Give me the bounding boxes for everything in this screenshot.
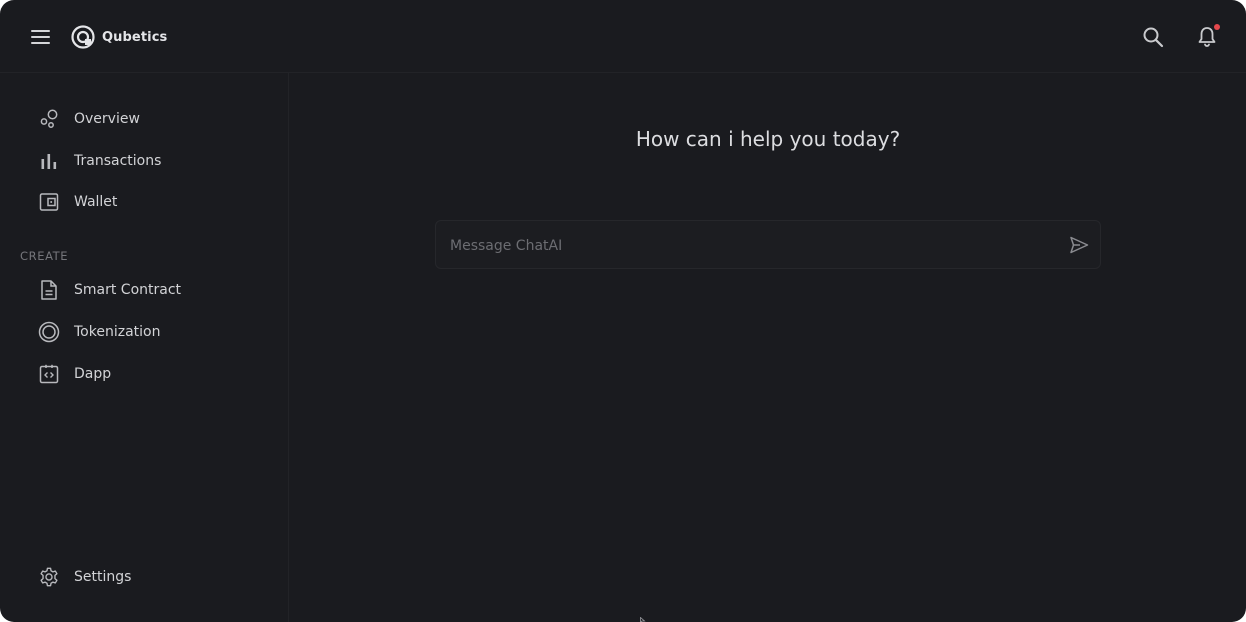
sidebar-item-wallet[interactable]: Wallet [38, 189, 117, 215]
sidebar-item-smart-contract[interactable]: Smart Contract [38, 277, 181, 303]
message-input[interactable] [448, 221, 1052, 270]
code-clipboard-icon [38, 363, 60, 385]
bar-chart-icon [38, 150, 60, 172]
sidebar: Overview Transactions Wallet CREATE Smar… [0, 73, 289, 622]
gear-icon [38, 566, 60, 588]
sidebar-item-overview[interactable]: Overview [38, 106, 140, 132]
sidebar-item-label: Transactions [74, 153, 162, 169]
chat-box [435, 220, 1101, 270]
create-section-label: CREATE [20, 249, 69, 263]
sidebar-item-label: Dapp [74, 366, 112, 382]
notification-dot [1214, 24, 1220, 30]
sidebar-item-dapp[interactable]: Dapp [38, 361, 111, 387]
sidebar-item-label: Wallet [74, 194, 118, 210]
sidebar-item-label: Tokenization [74, 324, 161, 340]
top-bar: Qubetics [0, 0, 1246, 73]
main-content: How can i help you today? [290, 73, 1246, 622]
mouse-cursor-icon [640, 617, 646, 622]
sidebar-item-label: Overview [74, 111, 140, 127]
hamburger-menu-icon[interactable] [28, 25, 54, 49]
sidebar-item-label: Settings [74, 569, 132, 585]
app-window: Qubetics Overview Transactions Wallet CR… [0, 0, 1246, 622]
sidebar-item-transactions[interactable]: Transactions [38, 148, 161, 174]
brand[interactable]: Qubetics [71, 24, 167, 50]
overview-icon [38, 108, 60, 130]
qubetics-logo-icon [71, 25, 95, 49]
document-icon [38, 279, 60, 301]
sidebar-item-settings[interactable]: Settings [38, 564, 131, 590]
send-icon[interactable] [1068, 234, 1090, 256]
sidebar-item-tokenization[interactable]: Tokenization [38, 319, 160, 345]
sidebar-item-label: Smart Contract [74, 282, 182, 298]
brand-name: Qubetics [102, 29, 168, 45]
token-icon [38, 321, 60, 343]
search-icon[interactable] [1141, 25, 1165, 49]
page-title: How can i help you today? [635, 127, 901, 151]
wallet-icon [38, 191, 60, 213]
